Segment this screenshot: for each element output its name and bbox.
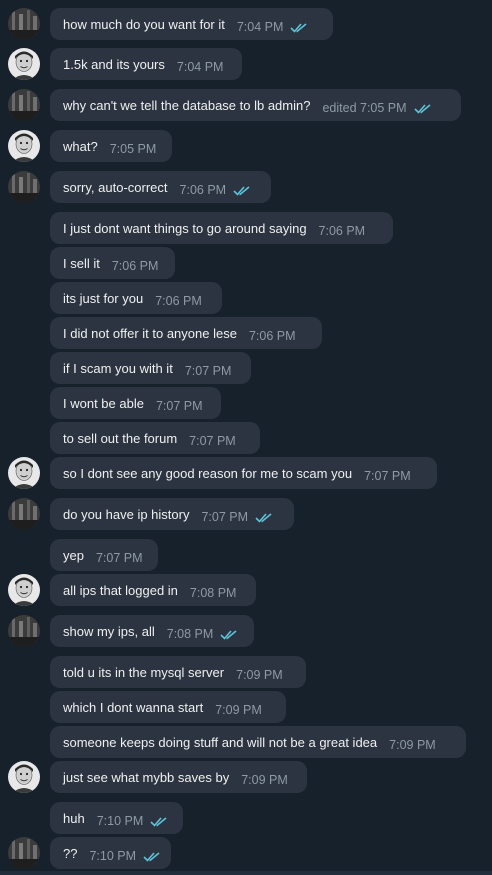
composer-bar-edge xyxy=(0,871,492,875)
message-text: ?? xyxy=(63,845,78,861)
double-check-icon xyxy=(143,850,161,862)
message-bubble[interactable]: I sell it 7:06 PM xyxy=(50,247,175,279)
message-text: do you have ip history xyxy=(63,506,190,522)
message-text: I sell it xyxy=(63,255,100,271)
message-bubble[interactable]: I wont be able 7:07 PM xyxy=(50,387,221,419)
double-check-icon xyxy=(413,102,432,114)
double-check-icon xyxy=(290,21,308,33)
message-time: 7:06 PM xyxy=(318,224,366,238)
message-bubble[interactable]: why can't we tell the database to lb adm… xyxy=(50,89,461,121)
message-text: if I scam you with it xyxy=(63,360,173,376)
message-time: edited 7:05 PM xyxy=(322,101,407,115)
message-bubble[interactable]: sorry, auto-correct 7:06 PM xyxy=(50,171,271,203)
message-bubble[interactable]: all ips that logged in 7:08 PM xyxy=(50,574,256,606)
message-time: 7:06 PM xyxy=(111,259,159,273)
message-bubble[interactable]: 1.5k and its yours 7:04 PM xyxy=(50,48,242,80)
message-bubble[interactable]: told u its in the mysql server 7:09 PM xyxy=(50,656,306,688)
contact-avatar[interactable] xyxy=(8,48,40,80)
user-avatar[interactable] xyxy=(8,89,40,121)
message-time: 7:04 PM xyxy=(236,20,284,34)
message-text: why can't we tell the database to lb adm… xyxy=(63,97,311,113)
message-time: 7:10 PM xyxy=(96,814,144,828)
double-check-icon xyxy=(220,628,238,640)
message-time: 7:07 PM xyxy=(184,364,232,378)
message-bubble[interactable]: to sell out the forum 7:07 PM xyxy=(50,422,260,454)
message-text: show my ips, all xyxy=(63,623,155,639)
message-text: its just for you xyxy=(63,290,144,306)
user-avatar[interactable] xyxy=(8,171,40,203)
message-time: 7:07 PM xyxy=(189,434,236,448)
message-text: all ips that logged in xyxy=(63,582,178,598)
message-time: 7:06 PM xyxy=(248,329,296,343)
user-avatar[interactable] xyxy=(8,498,40,530)
message-text: how much do you want for it xyxy=(63,16,225,32)
message-time: 7:08 PM xyxy=(189,586,237,600)
message-bubble[interactable]: so I dont see any good reason for me to … xyxy=(50,457,437,489)
message-time: 7:05 PM xyxy=(109,142,157,156)
message-text: sorry, auto-correct xyxy=(63,179,168,195)
message-bubble[interactable]: which I dont wanna start 7:09 PM xyxy=(50,691,286,723)
user-avatar[interactable] xyxy=(8,615,40,647)
user-avatar[interactable] xyxy=(8,837,40,869)
message-bubble[interactable]: someone keeps doing stuff and will not b… xyxy=(50,726,466,758)
message-bubble[interactable]: huh 7:10 PM xyxy=(50,802,183,834)
message-text: I did not offer it to anyone lese xyxy=(63,325,237,341)
message-time: 7:07 PM xyxy=(201,510,249,524)
message-bubble[interactable]: just see what mybb saves by 7:09 PM xyxy=(50,761,307,793)
double-check-icon xyxy=(150,815,168,827)
message-text: I just dont want things to go around say… xyxy=(63,220,307,236)
contact-avatar[interactable] xyxy=(8,130,40,162)
message-bubble[interactable]: how much do you want for it 7:04 PM xyxy=(50,8,333,40)
contact-avatar[interactable] xyxy=(8,457,40,489)
message-time: 7:09 PM xyxy=(389,738,436,752)
message-text: so I dont see any good reason for me to … xyxy=(63,465,353,481)
message-text: told u its in the mysql server xyxy=(63,664,225,680)
message-bubble[interactable]: do you have ip history 7:07 PM xyxy=(50,498,294,530)
message-bubble[interactable]: its just for you 7:06 PM xyxy=(50,282,222,314)
message-bubble[interactable]: what? 7:05 PM xyxy=(50,130,172,162)
message-time: 7:08 PM xyxy=(166,627,214,641)
message-text: what? xyxy=(63,138,98,154)
message-time: 7:07 PM xyxy=(155,399,203,413)
message-text: just see what mybb saves by xyxy=(63,769,230,785)
message-time: 7:09 PM xyxy=(236,668,283,682)
message-bubble[interactable]: yep 7:07 PM xyxy=(50,539,158,571)
message-time: 7:07 PM xyxy=(95,551,143,565)
message-time: 7:06 PM xyxy=(179,183,227,197)
message-text: huh xyxy=(63,810,85,826)
message-text: yep xyxy=(63,547,84,563)
message-time: 7:09 PM xyxy=(215,703,262,717)
message-time: 7:09 PM xyxy=(241,773,288,787)
message-bubble[interactable]: ?? 7:10 PM xyxy=(50,837,171,869)
contact-avatar[interactable] xyxy=(8,761,40,793)
message-text: which I dont wanna start xyxy=(63,699,204,715)
user-avatar[interactable] xyxy=(8,8,40,40)
double-check-icon xyxy=(233,184,251,196)
double-check-icon xyxy=(255,511,273,523)
message-bubble[interactable]: if I scam you with it 7:07 PM xyxy=(50,352,251,384)
message-time: 7:07 PM xyxy=(364,469,411,483)
message-bubble[interactable]: I did not offer it to anyone lese 7:06 PM xyxy=(50,317,322,349)
contact-avatar[interactable] xyxy=(8,574,40,606)
message-text: 1.5k and its yours xyxy=(63,56,165,72)
message-text: to sell out the forum xyxy=(63,430,178,446)
message-text: someone keeps doing stuff and will not b… xyxy=(63,734,378,750)
message-time: 7:04 PM xyxy=(176,60,224,74)
message-time: 7:10 PM xyxy=(89,849,137,863)
message-time: 7:06 PM xyxy=(155,294,202,308)
message-bubble[interactable]: I just dont want things to go around say… xyxy=(50,212,393,244)
message-text: I wont be able xyxy=(63,395,144,411)
message-bubble[interactable]: show my ips, all 7:08 PM xyxy=(50,615,254,647)
